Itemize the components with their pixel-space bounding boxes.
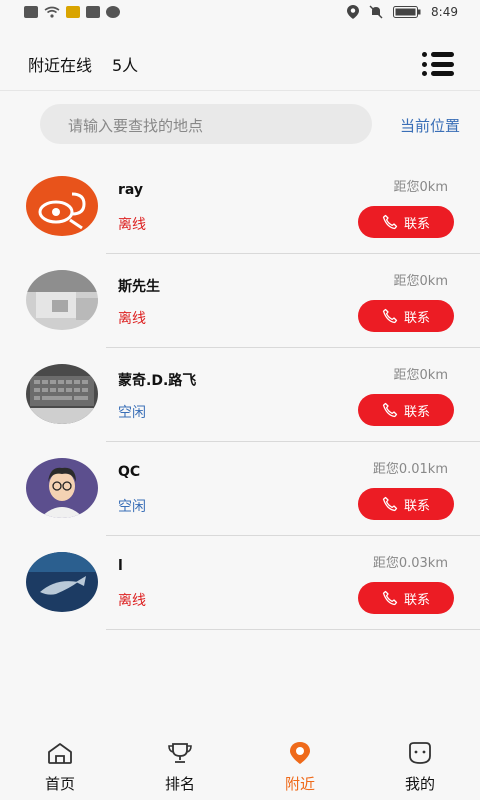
location-icon	[290, 742, 310, 764]
header-divider	[0, 90, 480, 91]
phone-icon	[382, 590, 398, 606]
avatar	[26, 270, 98, 330]
user-name: 斯先生	[118, 279, 160, 295]
row-divider	[106, 629, 480, 630]
contact-button[interactable]: 联系	[358, 488, 454, 520]
contact-label: 联系	[403, 216, 430, 232]
user-row[interactable]: 蒙奇.D.路飞 空闲 距您0km 联系	[0, 348, 480, 442]
nav-ranking[interactable]: 排名	[140, 741, 220, 794]
status-icons-left	[24, 6, 120, 18]
search-placeholder: 请输入要查找的地点	[68, 117, 204, 135]
sim-alert-icon	[86, 6, 100, 18]
search-input[interactable]: 请输入要查找的地点	[40, 104, 372, 144]
user-row[interactable]: 斯先生 离线 距您0km 联系	[0, 254, 480, 348]
nav-label: 附近	[284, 775, 315, 793]
user-distance: 距您0.01km	[372, 462, 448, 477]
user-distance: 距您0km	[393, 180, 448, 195]
wifi-icon	[44, 6, 60, 18]
user-row[interactable]: ray 离线 距您0km 联系	[0, 160, 480, 254]
menu-row	[422, 61, 454, 67]
user-name: l	[118, 558, 123, 574]
location-status-icon	[347, 5, 360, 19]
user-status: 空闲	[118, 499, 146, 515]
contact-label: 联系	[403, 404, 430, 420]
status-bar: 8:49	[0, 0, 480, 26]
contact-button[interactable]: 联系	[358, 206, 454, 238]
nav-label: 首页	[44, 775, 75, 793]
contact-label: 联系	[403, 498, 430, 514]
user-status: 离线	[118, 311, 146, 327]
user-status: 空闲	[118, 405, 146, 421]
status-icons-right: 8:49	[347, 5, 458, 19]
trophy-icon	[168, 743, 192, 763]
user-row[interactable]: l 离线 距您0.03km 联系	[0, 536, 480, 630]
menu-row	[422, 52, 454, 57]
phone-icon	[382, 402, 398, 418]
avatar	[26, 176, 98, 236]
header: 附近在线 5人	[0, 40, 480, 86]
user-row[interactable]: QC 空闲 距您0.01km 联系	[0, 442, 480, 536]
user-distance: 距您0km	[393, 274, 448, 289]
contact-label: 联系	[403, 310, 430, 326]
mute-icon	[369, 5, 383, 19]
nav-home[interactable]: 首页	[20, 741, 100, 794]
alert-icon	[24, 6, 38, 18]
phone-icon	[382, 214, 398, 230]
home-icon	[48, 743, 72, 764]
app-notify-icon	[106, 6, 120, 18]
battery-icon	[393, 6, 421, 18]
user-distance: 距您0km	[393, 368, 448, 383]
weibo-icon	[66, 6, 80, 18]
nav-nearby[interactable]: 附近	[260, 741, 340, 794]
avatar	[26, 458, 98, 518]
online-count: 5人	[112, 56, 139, 75]
user-name: 蒙奇.D.路飞	[118, 373, 197, 389]
contact-label: 联系	[403, 592, 430, 608]
avatar	[26, 552, 98, 612]
nearby-user-list: ray 离线 距您0km 联系 斯先生 离线 距您0km 联系 蒙奇.D.路飞 …	[0, 160, 480, 630]
user-name: ray	[118, 182, 144, 198]
bottom-nav: 首页 排名 附近 我的	[0, 740, 480, 800]
user-distance: 距您0.03km	[372, 556, 448, 571]
user-status: 离线	[118, 217, 146, 233]
profile-icon	[409, 742, 431, 764]
contact-button[interactable]: 联系	[358, 394, 454, 426]
phone-icon	[382, 308, 398, 324]
nav-label: 我的	[404, 775, 435, 793]
contact-button[interactable]: 联系	[358, 300, 454, 332]
menu-row	[422, 71, 454, 76]
avatar	[26, 364, 98, 424]
nav-profile[interactable]: 我的	[380, 741, 460, 794]
phone-icon	[382, 496, 398, 512]
contact-button[interactable]: 联系	[358, 582, 454, 614]
list-menu-button[interactable]	[422, 52, 454, 76]
user-name: QC	[118, 464, 141, 480]
current-location-link[interactable]: 当前位置	[400, 115, 460, 136]
clock: 8:49	[431, 5, 458, 19]
nav-label: 排名	[164, 775, 195, 793]
user-status: 离线	[118, 593, 146, 609]
page-title: 附近在线	[28, 56, 93, 75]
